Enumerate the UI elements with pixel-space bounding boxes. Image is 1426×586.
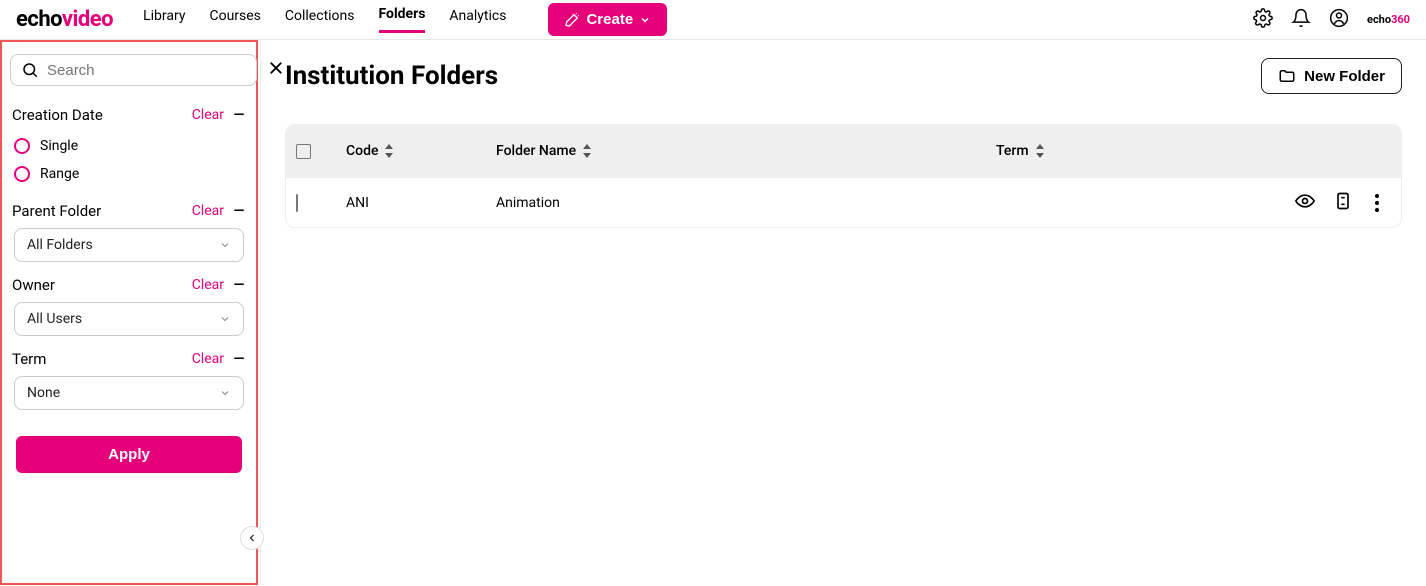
nav-collections[interactable]: Collections [285,8,355,32]
radio-icon [14,166,30,182]
clear-term[interactable]: Clear [192,351,224,367]
cell-code: ANI [346,195,496,211]
search-input[interactable] [47,62,246,79]
logo[interactable]: echovideo [16,7,113,32]
radio-label: Single [40,138,78,154]
search-icon [21,61,39,79]
nav-analytics[interactable]: Analytics [449,8,506,32]
sort-icon [384,144,394,158]
term-select[interactable]: None [14,376,244,410]
radio-range[interactable]: Range [12,160,246,188]
topbar: echovideo Library Courses Collections Fo… [0,0,1426,40]
main-content: Institution Folders New Folder Code Fold… [261,40,1426,585]
filter-label: Owner [12,276,184,294]
filter-owner: Owner Clear — All Users [8,266,250,340]
radio-single[interactable]: Single [12,132,246,160]
owner-select[interactable]: All Users [14,302,244,336]
create-button[interactable]: Create [548,3,667,36]
close-icon[interactable] [267,59,285,81]
filter-parent-folder: Parent Folder Clear — All Folders [8,192,250,266]
search-input-wrapper[interactable] [10,54,257,86]
folders-table: Code Folder Name Term [285,124,1402,228]
nav-library[interactable]: Library [143,8,185,32]
nav-folders[interactable]: Folders [379,6,426,33]
sort-icon [1035,144,1045,158]
bell-icon[interactable] [1291,8,1311,32]
account-icon[interactable] [1329,8,1349,32]
filter-label: Parent Folder [12,202,184,220]
chevron-down-icon [219,313,231,325]
chevron-down-icon [219,239,231,251]
th-code[interactable]: Code [346,143,496,159]
card-icon[interactable] [1333,191,1353,215]
select-all-checkbox[interactable] [296,144,311,159]
nav: Library Courses Collections Folders Anal… [143,3,667,36]
th-label: Folder Name [496,143,576,159]
new-folder-button[interactable]: New Folder [1261,58,1402,94]
cell-name: Animation [496,195,996,211]
parent-folder-select[interactable]: All Folders [14,228,244,262]
select-value: All Folders [27,237,93,253]
table-row[interactable]: ANI Animation [286,177,1401,227]
new-folder-label: New Folder [1304,68,1385,85]
settings-icon[interactable] [1253,8,1273,32]
brand-small[interactable]: echo360 [1367,13,1410,26]
radio-label: Range [40,166,79,182]
clear-creation-date[interactable]: Clear [192,107,224,123]
th-term[interactable]: Term [996,143,1251,159]
page-title: Institution Folders [285,61,498,91]
folder-icon [1278,67,1296,85]
collapse-toggle[interactable]: — [232,277,246,293]
select-value: None [27,385,60,401]
view-icon[interactable] [1295,191,1315,215]
chevron-left-icon [246,532,258,544]
th-label: Term [996,143,1029,159]
filter-creation-date: Creation Date Clear — Single Range [8,96,250,192]
filter-label: Creation Date [12,106,184,124]
collapse-toggle[interactable]: — [232,203,246,219]
clear-parent-folder[interactable]: Clear [192,203,224,219]
collapse-sidebar-button[interactable] [240,526,264,550]
radio-icon [14,138,30,154]
filter-sidebar: Creation Date Clear — Single Range Paren… [0,40,258,585]
chevron-down-icon [219,387,231,399]
top-right-icons: echo360 [1253,8,1410,32]
select-value: All Users [27,311,82,327]
table-header: Code Folder Name Term [286,125,1401,177]
row-actions [1251,190,1391,216]
sort-icon [582,144,592,158]
apply-button[interactable]: Apply [16,436,242,473]
wand-icon [564,12,580,28]
nav-courses[interactable]: Courses [209,8,260,32]
clear-owner[interactable]: Clear [192,277,224,293]
collapse-toggle[interactable]: — [232,107,246,123]
collapse-toggle[interactable]: — [232,351,246,367]
th-label: Code [346,143,378,159]
filter-term: Term Clear — None [8,340,250,414]
more-menu-icon[interactable] [1371,190,1383,216]
th-folder-name[interactable]: Folder Name [496,143,996,159]
chevron-down-icon [639,14,651,26]
filter-label: Term [12,350,184,368]
create-label: Create [586,11,633,28]
row-checkbox[interactable] [296,194,298,212]
